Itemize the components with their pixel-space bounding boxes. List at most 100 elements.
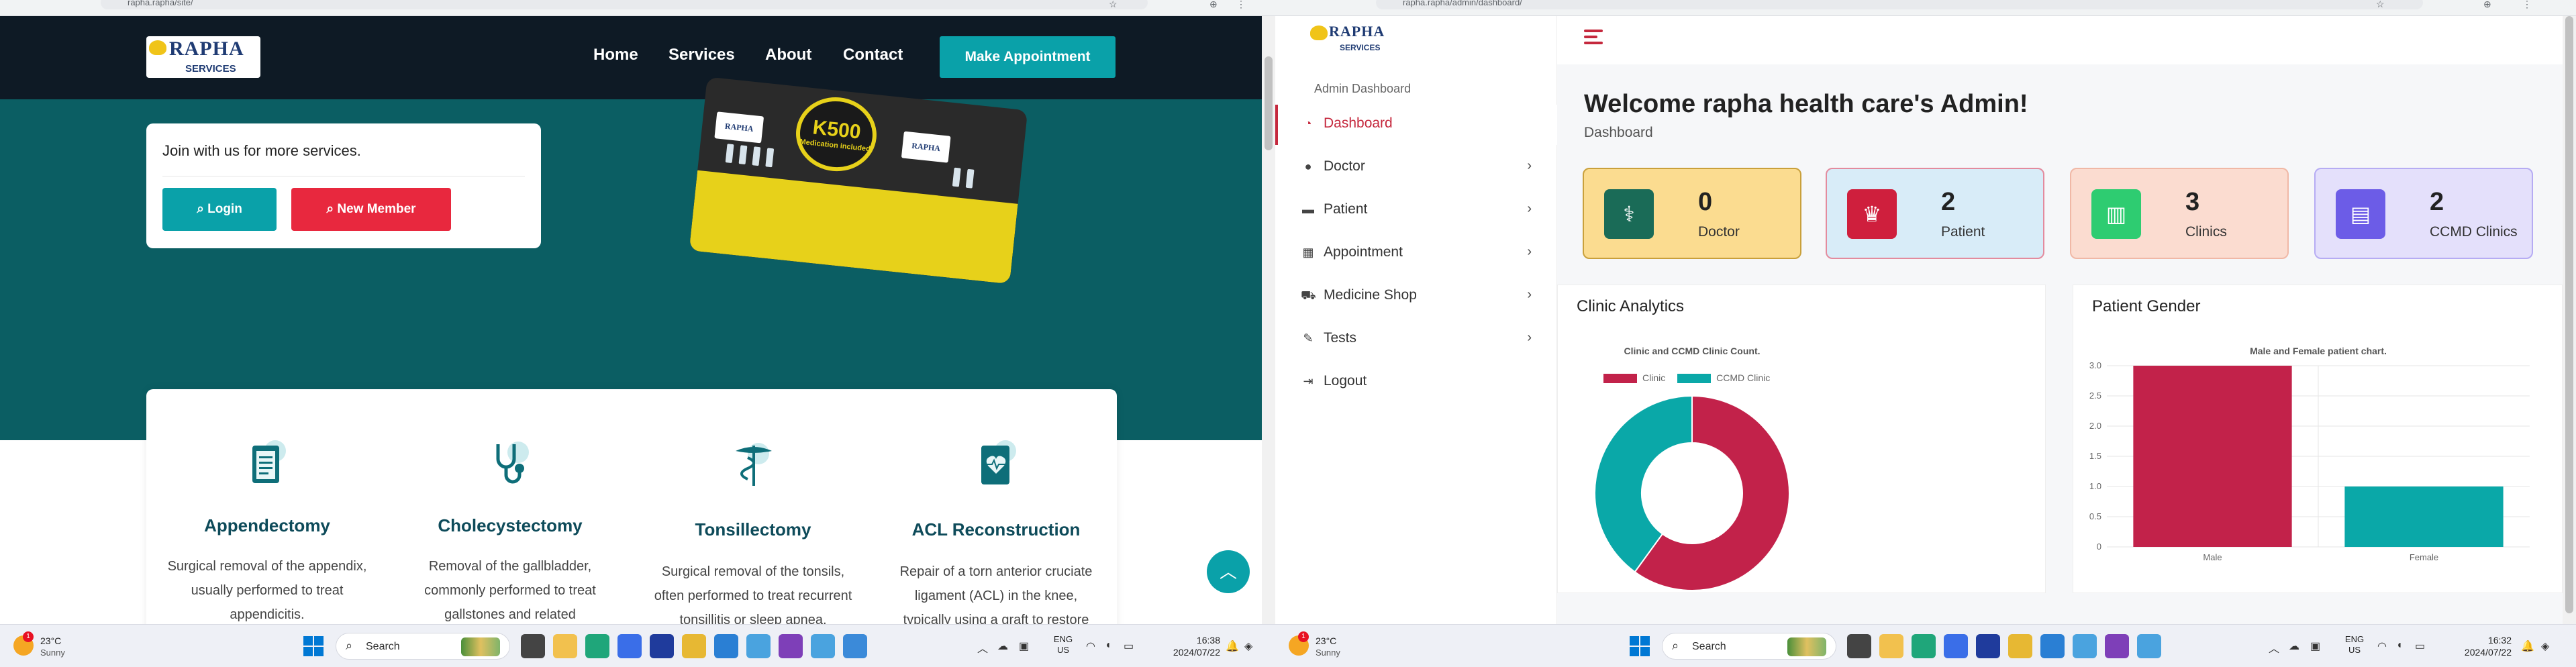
copilot-icon[interactable]: ◈ <box>1244 639 1252 653</box>
extensions-icon[interactable]: ⊕ <box>1209 0 1218 10</box>
extensions-icon[interactable]: ⊕ <box>2483 0 2491 10</box>
app-icon[interactable] <box>2137 634 2161 658</box>
menu-icon[interactable]: ⋮ <box>2522 0 2532 10</box>
sidebar-item-tests[interactable]: ✎ Tests › <box>1275 319 1557 360</box>
login-button[interactable]: ⌕ Login <box>162 188 277 231</box>
podcast-icon[interactable] <box>2105 634 2129 658</box>
app-l-icon[interactable] <box>1976 634 2000 658</box>
stat-card-doctor[interactable]: ⚕ 0 Doctor <box>1583 168 1801 259</box>
app-icon[interactable] <box>2073 634 2097 658</box>
vscode-icon[interactable] <box>714 634 738 658</box>
address-text: rapha.rapha/admin/dashboard/ <box>1403 0 1522 7</box>
copilot-icon[interactable]: ◈ <box>2541 639 2549 653</box>
make-appointment-button[interactable]: Make Appointment <box>940 36 1116 78</box>
chrome-icon[interactable] <box>682 634 706 658</box>
clock-time: 16:32 <box>2487 635 2512 646</box>
store-icon[interactable] <box>1944 634 1968 658</box>
hamburger-icon[interactable] <box>1584 30 1603 46</box>
page-title: Welcome rapha health care's Admin! <box>1584 90 2028 118</box>
pen-icon: ✎ <box>1303 331 1314 345</box>
admin-logo[interactable]: RAPHA SERVICES <box>1307 21 1395 56</box>
scrollbar-thumb[interactable] <box>2565 16 2573 613</box>
stat-card-ccmd-clinics[interactable]: ▤ 2 CCMD Clinics <box>2314 168 2533 259</box>
weather-desc: Sunny <box>1316 648 1340 658</box>
tray-app-icon[interactable]: ▣ <box>2310 639 2320 653</box>
address-bar[interactable] <box>1376 0 2423 9</box>
file-explorer-icon[interactable] <box>1879 634 1903 658</box>
caduceus-icon <box>730 439 777 490</box>
chrome-icon[interactable] <box>2008 634 2032 658</box>
sidebar-item-dashboard[interactable]: ◔ Dashboard <box>1275 105 1557 145</box>
podcast-icon[interactable] <box>779 634 803 658</box>
nav-services[interactable]: Services <box>668 46 735 64</box>
taskbar-search[interactable]: ⌕ Search <box>336 633 510 660</box>
address-bar[interactable] <box>101 0 1148 9</box>
paint-icon[interactable] <box>843 634 867 658</box>
nav-home[interactable]: Home <box>593 46 638 64</box>
site-logo[interactable]: RAPHA SERVICES <box>146 36 260 78</box>
stat-card-clinics[interactable]: ▥ 3 Clinics <box>2070 168 2289 259</box>
scroll-to-top-button[interactable]: ︿ <box>1207 550 1250 593</box>
clock[interactable]: 16:38 2024/07/22 <box>1153 634 1220 658</box>
chart-legend: Clinic CCMD Clinic <box>1603 372 1770 384</box>
photo-bottle <box>752 146 761 166</box>
weather-widget[interactable]: 1 23°C Sunny <box>1289 631 1363 661</box>
desc-line: Surgical removal of the appendix, <box>167 559 367 574</box>
sidebar-item-appointment[interactable]: ▦ Appointment › <box>1275 234 1557 274</box>
desc-line: Surgical removal of the tonsils, <box>661 564 845 579</box>
language-indicator[interactable]: ENG US <box>2341 634 2368 656</box>
app-l-icon[interactable] <box>650 634 674 658</box>
edge-icon[interactable] <box>1912 634 1936 658</box>
clipboard-icon <box>244 439 291 490</box>
menu-icon[interactable]: ⋮ <box>1236 0 1246 10</box>
sidebar-item-medicine-shop[interactable]: ⛟ Medicine Shop › <box>1275 276 1557 317</box>
star-icon[interactable]: ☆ <box>1109 0 1118 10</box>
store-icon[interactable] <box>617 634 642 658</box>
tray-app-icon[interactable]: ▣ <box>1019 639 1029 653</box>
sidebar-item-doctor[interactable]: ● Doctor › <box>1275 148 1557 188</box>
volume-icon[interactable]: ◖ <box>2396 639 2403 652</box>
battery-icon[interactable]: ▭ <box>2415 639 2425 653</box>
scrollbar[interactable] <box>2563 16 2576 624</box>
scrollbar-thumb[interactable] <box>1265 56 1273 150</box>
new-member-button[interactable]: ⌕ New Member <box>291 188 451 231</box>
windows-start-icon[interactable] <box>1630 636 1650 656</box>
wifi-icon[interactable]: ◠ <box>1086 639 1095 653</box>
chevron-up-icon[interactable]: ︿ <box>2269 639 2279 656</box>
sidebar-item-label: Logout <box>1324 373 1367 389</box>
taskbar-search[interactable]: ⌕ Search <box>1662 633 1836 660</box>
language-indicator[interactable]: ENG US <box>1050 634 1077 656</box>
weather-widget[interactable]: 1 23°C Sunny <box>13 631 87 661</box>
bell-icon[interactable]: 🔔 <box>1226 639 1239 653</box>
bell-icon[interactable]: 🔔 <box>2521 639 2534 653</box>
login-label: Login <box>207 202 242 216</box>
nav-contact[interactable]: Contact <box>843 46 903 64</box>
vscode-icon[interactable] <box>2040 634 2065 658</box>
volume-icon[interactable]: ◖ <box>1105 639 1111 652</box>
sidebar-item-label: Tests <box>1324 330 1357 346</box>
scrollbar[interactable] <box>1262 16 1275 624</box>
stat-label: Clinics <box>2185 224 2227 240</box>
file-explorer-icon[interactable] <box>553 634 577 658</box>
nav-about[interactable]: About <box>765 46 811 64</box>
photo-bottle <box>738 145 748 165</box>
edge-icon[interactable] <box>585 634 609 658</box>
sidebar-item-patient[interactable]: ▬ Patient › <box>1275 191 1557 231</box>
cloud-icon[interactable]: ☁ <box>997 639 1008 653</box>
task-view-icon[interactable] <box>1847 634 1871 658</box>
app-icon[interactable] <box>811 634 835 658</box>
chevron-up-icon[interactable]: ︿ <box>977 639 988 656</box>
star-icon[interactable]: ☆ <box>2376 0 2385 10</box>
clock[interactable]: 16:32 2024/07/22 <box>2444 634 2512 658</box>
wifi-icon[interactable]: ◠ <box>2377 639 2387 653</box>
task-view-icon[interactable] <box>521 634 545 658</box>
battery-icon[interactable]: ▭ <box>1124 639 1134 653</box>
app-icon[interactable] <box>746 634 771 658</box>
cloud-icon[interactable]: ☁ <box>2289 639 2299 653</box>
stat-card-patient[interactable]: ♛ 2 Patient <box>1826 168 2044 259</box>
legend-label: Clinic <box>1642 372 1666 383</box>
service-title: Cholecystectomy <box>438 515 583 535</box>
sidebar-item-logout[interactable]: ⇥ Logout <box>1275 362 1557 403</box>
search-label: Search <box>1692 641 1726 652</box>
windows-start-icon[interactable] <box>303 636 324 656</box>
